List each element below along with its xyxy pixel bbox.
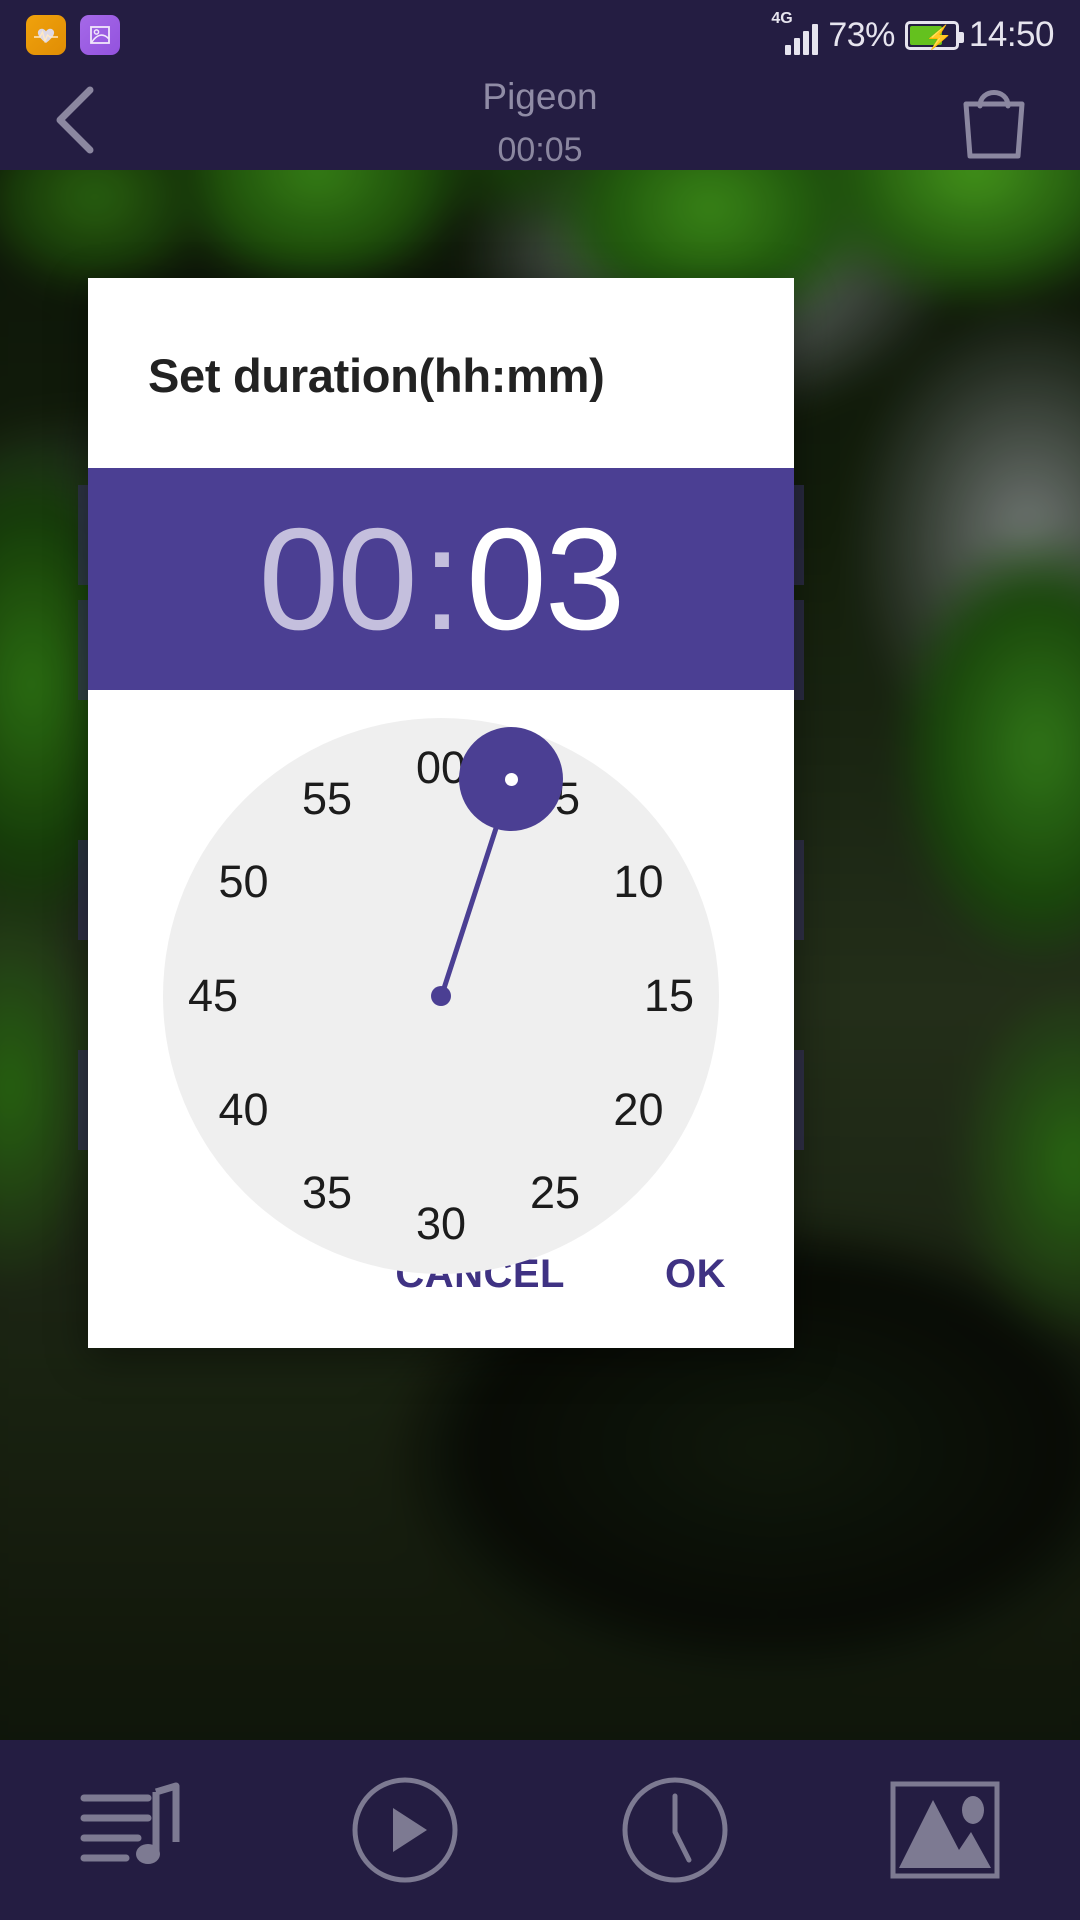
status-bar: 4G 73% ⚡ 14:50 — [0, 0, 1080, 70]
time-display: 00 : 03 — [88, 468, 794, 690]
clock-face[interactable]: 000510152025303540455055 — [163, 718, 719, 1274]
status-clock-label: 14:50 — [968, 15, 1055, 54]
phone-screen: 4G 73% ⚡ 14:50 Pigeon 00:05 Set duration… — [0, 0, 1080, 1920]
time-separator: : — [421, 498, 462, 660]
clock-number-40[interactable]: 40 — [196, 1080, 292, 1140]
page-title: Pigeon — [482, 76, 598, 117]
nav-gallery[interactable] — [810, 1740, 1080, 1920]
clock-selector-center-dot — [504, 772, 518, 786]
clock-number-30[interactable]: 30 — [393, 1194, 489, 1254]
clock-number-55[interactable]: 55 — [279, 769, 375, 829]
nav-play[interactable] — [270, 1740, 540, 1920]
play-circle-icon — [352, 1777, 458, 1883]
clock-number-15[interactable]: 15 — [621, 966, 717, 1026]
clock-number-20[interactable]: 20 — [590, 1080, 686, 1140]
shopping-bag-button[interactable] — [948, 76, 1040, 162]
status-notifications — [26, 15, 120, 55]
hours-value[interactable]: 00 — [259, 504, 418, 654]
signal-strength-icon: 4G — [771, 11, 819, 55]
shopping-bag-icon — [963, 90, 1025, 159]
gallery-image-icon — [80, 15, 120, 55]
header-center: Pigeon 00:05 — [0, 68, 1080, 174]
clock-number-25[interactable]: 25 — [507, 1163, 603, 1223]
bottom-navigation — [0, 1740, 1080, 1920]
app-header: Pigeon 00:05 — [0, 70, 1080, 170]
status-indicators: 4G 73% ⚡ 14:50 — [771, 11, 1055, 55]
charging-bolt-icon: ⚡ — [924, 23, 954, 50]
network-type-label: 4G — [771, 10, 793, 27]
image-gallery-icon — [890, 1781, 1000, 1879]
clock-number-10[interactable]: 10 — [590, 852, 686, 912]
nav-playlist[interactable] — [0, 1740, 270, 1920]
health-heart-icon — [26, 15, 66, 55]
clock-number-50[interactable]: 50 — [196, 852, 292, 912]
minutes-value[interactable]: 03 — [466, 504, 625, 654]
clock-number-45[interactable]: 45 — [165, 966, 261, 1026]
signal-bars — [785, 24, 819, 55]
clock-number-35[interactable]: 35 — [279, 1163, 375, 1223]
battery-icon: ⚡ — [904, 20, 964, 50]
dialog-title: Set duration(hh:mm) — [148, 349, 605, 402]
clock-timer-icon — [622, 1777, 728, 1883]
nav-timer[interactable] — [540, 1740, 810, 1920]
battery-percent-label: 73% — [828, 15, 895, 54]
playlist-music-icon — [80, 1782, 180, 1864]
ok-button[interactable]: OK — [643, 1238, 748, 1311]
clock-center-pivot — [431, 986, 451, 1006]
set-duration-dialog: Set duration(hh:mm) 00 : 03 000510152025… — [88, 278, 794, 1348]
clock-picker[interactable]: 000510152025303540455055 — [88, 690, 794, 1274]
clock-selector-knob[interactable] — [459, 727, 564, 832]
page-subtitle: 00:05 — [497, 131, 583, 169]
